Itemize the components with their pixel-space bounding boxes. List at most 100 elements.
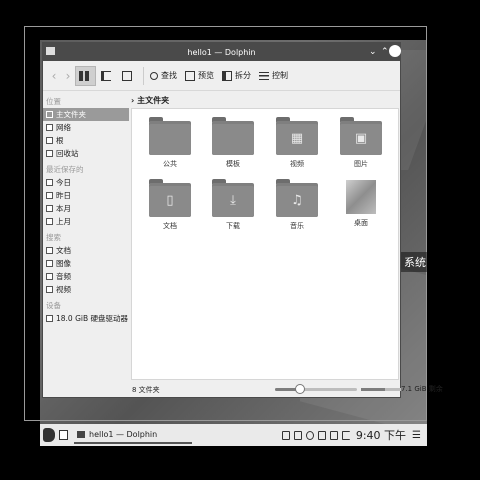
- app-launcher-icon[interactable]: [43, 428, 55, 442]
- file-item[interactable]: ⤓ 下载: [208, 179, 258, 231]
- calendar-icon: [46, 218, 53, 225]
- devices-header: 设备: [46, 301, 61, 310]
- root-icon: [46, 137, 53, 144]
- file-label: 桌面: [354, 219, 368, 227]
- trash-icon: [46, 150, 53, 157]
- folder-video-icon: ▦: [276, 117, 318, 155]
- document-icon: [46, 247, 53, 254]
- clock[interactable]: 9:40 下午: [356, 427, 406, 443]
- sidebar-item-label: 18.0 GiB 硬盘驱动器: [56, 314, 129, 323]
- file-view[interactable]: 公共 模板 ▦ 视频 ▣ 图片 ▯ 文档 ⤓ 下载 ♫ 音乐 桌面: [131, 108, 399, 380]
- sidebar-item-today[interactable]: 今日: [43, 176, 129, 189]
- calendar-icon: [46, 205, 53, 212]
- sidebar-item-root[interactable]: 根: [43, 134, 129, 147]
- sidebar-item-yesterday[interactable]: 昨日: [43, 189, 129, 202]
- harddrive-icon: [46, 315, 53, 322]
- sidebar-item-network[interactable]: 网络: [43, 121, 129, 134]
- file-label: 音乐: [290, 222, 304, 230]
- places-header: 位置: [46, 97, 61, 106]
- network-icon[interactable]: [329, 430, 338, 440]
- split-button[interactable]: 拆分: [219, 66, 254, 86]
- file-label: 图片: [354, 160, 368, 168]
- volume-icon[interactable]: [341, 430, 350, 440]
- details-view-button[interactable]: [119, 66, 138, 86]
- file-item[interactable]: ▯ 文档: [145, 179, 195, 231]
- zoom-slider[interactable]: [275, 384, 357, 394]
- file-item[interactable]: 桌面: [336, 179, 386, 228]
- sidebar-item-audio[interactable]: 音频: [43, 270, 129, 283]
- folder-icon: [212, 117, 254, 155]
- free-space-fill: [361, 388, 385, 391]
- sidebar-item-label: 本月: [56, 204, 71, 213]
- battery-icon[interactable]: [293, 430, 302, 440]
- folder-music-icon: ♫: [276, 179, 318, 217]
- split-icon: [222, 70, 232, 81]
- sidebar-item-label: 视频: [56, 285, 71, 294]
- notifications-icon[interactable]: [305, 430, 314, 440]
- clipboard-icon[interactable]: [281, 430, 290, 440]
- file-item[interactable]: ▣ 图片: [336, 117, 386, 169]
- icons-view-button[interactable]: [75, 65, 96, 86]
- titlebar[interactable]: hello1 — Dolphin ⌄ ⌃ ✕: [43, 43, 401, 61]
- search-label: 查找: [161, 71, 177, 80]
- folder-download-icon: ⤓: [212, 179, 254, 217]
- sidebar-item-label: 图像: [56, 259, 71, 268]
- sidebar-item-label: 根: [56, 136, 64, 145]
- video-icon: [46, 286, 53, 293]
- list-icon: [101, 70, 111, 81]
- forward-button[interactable]: ›: [61, 69, 75, 83]
- item-count: 8 文件夹: [132, 385, 160, 394]
- music-icon: [46, 273, 53, 280]
- maximize-button[interactable]: ⌃: [381, 45, 389, 59]
- sidebar-item-label: 音频: [56, 272, 71, 281]
- folder-icon: [149, 117, 191, 155]
- breadcrumb-current: 主文件夹: [137, 95, 170, 105]
- show-desktop-icon[interactable]: [59, 430, 68, 440]
- shield-icon[interactable]: [317, 430, 326, 440]
- split-label: 拆分: [235, 71, 251, 80]
- file-item[interactable]: ♫ 音乐: [272, 179, 322, 231]
- sidebar-item-trash[interactable]: 回收站: [43, 147, 129, 160]
- sidebar-item-images[interactable]: 图像: [43, 257, 129, 270]
- control-label: 控制: [272, 71, 288, 80]
- sidebar-item-this-month[interactable]: 本月: [43, 202, 129, 215]
- network-icon: [46, 124, 53, 131]
- preview-label: 预览: [198, 71, 214, 80]
- taskbar: hello1 — Dolphin 9:40 下午 ☰: [40, 424, 427, 446]
- sidebar-item-harddrive[interactable]: 18.0 GiB 硬盘驱动器: [43, 312, 129, 325]
- dolphin-window: hello1 — Dolphin ⌄ ⌃ ✕ ‹ › 查找 预览 拆分 控制 位…: [42, 42, 443, 398]
- breadcrumb[interactable]: › 主文件夹: [129, 92, 402, 108]
- hamburger-icon: [259, 71, 269, 80]
- sidebar-item-home[interactable]: 主文件夹: [43, 108, 129, 121]
- sidebar-item-label: 昨日: [56, 191, 71, 200]
- grid-icon: [79, 70, 89, 81]
- sidebar-item-last-month[interactable]: 上月: [43, 215, 129, 228]
- file-item[interactable]: 模板: [208, 117, 258, 169]
- window-menu-icon[interactable]: [46, 47, 55, 55]
- folder-documents-icon: ▯: [149, 179, 191, 217]
- places-panel: 位置 主文件夹 网络 根 回收站 最近保存的 今日 昨日 本月 上月 搜索 文档…: [43, 92, 129, 398]
- compact-view-button[interactable]: [98, 66, 117, 86]
- file-label: 文档: [163, 222, 177, 230]
- back-button[interactable]: ‹: [47, 69, 61, 83]
- sidebar-item-documents[interactable]: 文档: [43, 244, 129, 257]
- control-button[interactable]: 控制: [256, 66, 291, 86]
- close-button[interactable]: ✕: [389, 45, 401, 57]
- file-item[interactable]: ▦ 视频: [272, 117, 322, 169]
- desktop-thumbnail: [346, 180, 376, 214]
- image-icon: [46, 260, 53, 267]
- search-button[interactable]: 查找: [147, 66, 180, 86]
- sidebar-item-label: 网络: [56, 123, 71, 132]
- file-label: 视频: [290, 160, 304, 168]
- folder-pictures-icon: ▣: [340, 117, 382, 155]
- preview-button[interactable]: 预览: [182, 66, 217, 86]
- tray-menu-icon[interactable]: ☰: [412, 430, 421, 441]
- file-item[interactable]: 公共: [145, 117, 195, 169]
- free-space-label: 7.1 GiB 剩余: [401, 385, 443, 393]
- sidebar-item-label: 回收站: [56, 149, 79, 158]
- task-item-dolphin[interactable]: hello1 — Dolphin: [74, 426, 192, 444]
- sidebar-item-video[interactable]: 视频: [43, 283, 129, 296]
- free-space-bar: [361, 388, 401, 391]
- zoom-slider-handle[interactable]: [294, 384, 305, 394]
- minimize-button[interactable]: ⌄: [369, 45, 377, 59]
